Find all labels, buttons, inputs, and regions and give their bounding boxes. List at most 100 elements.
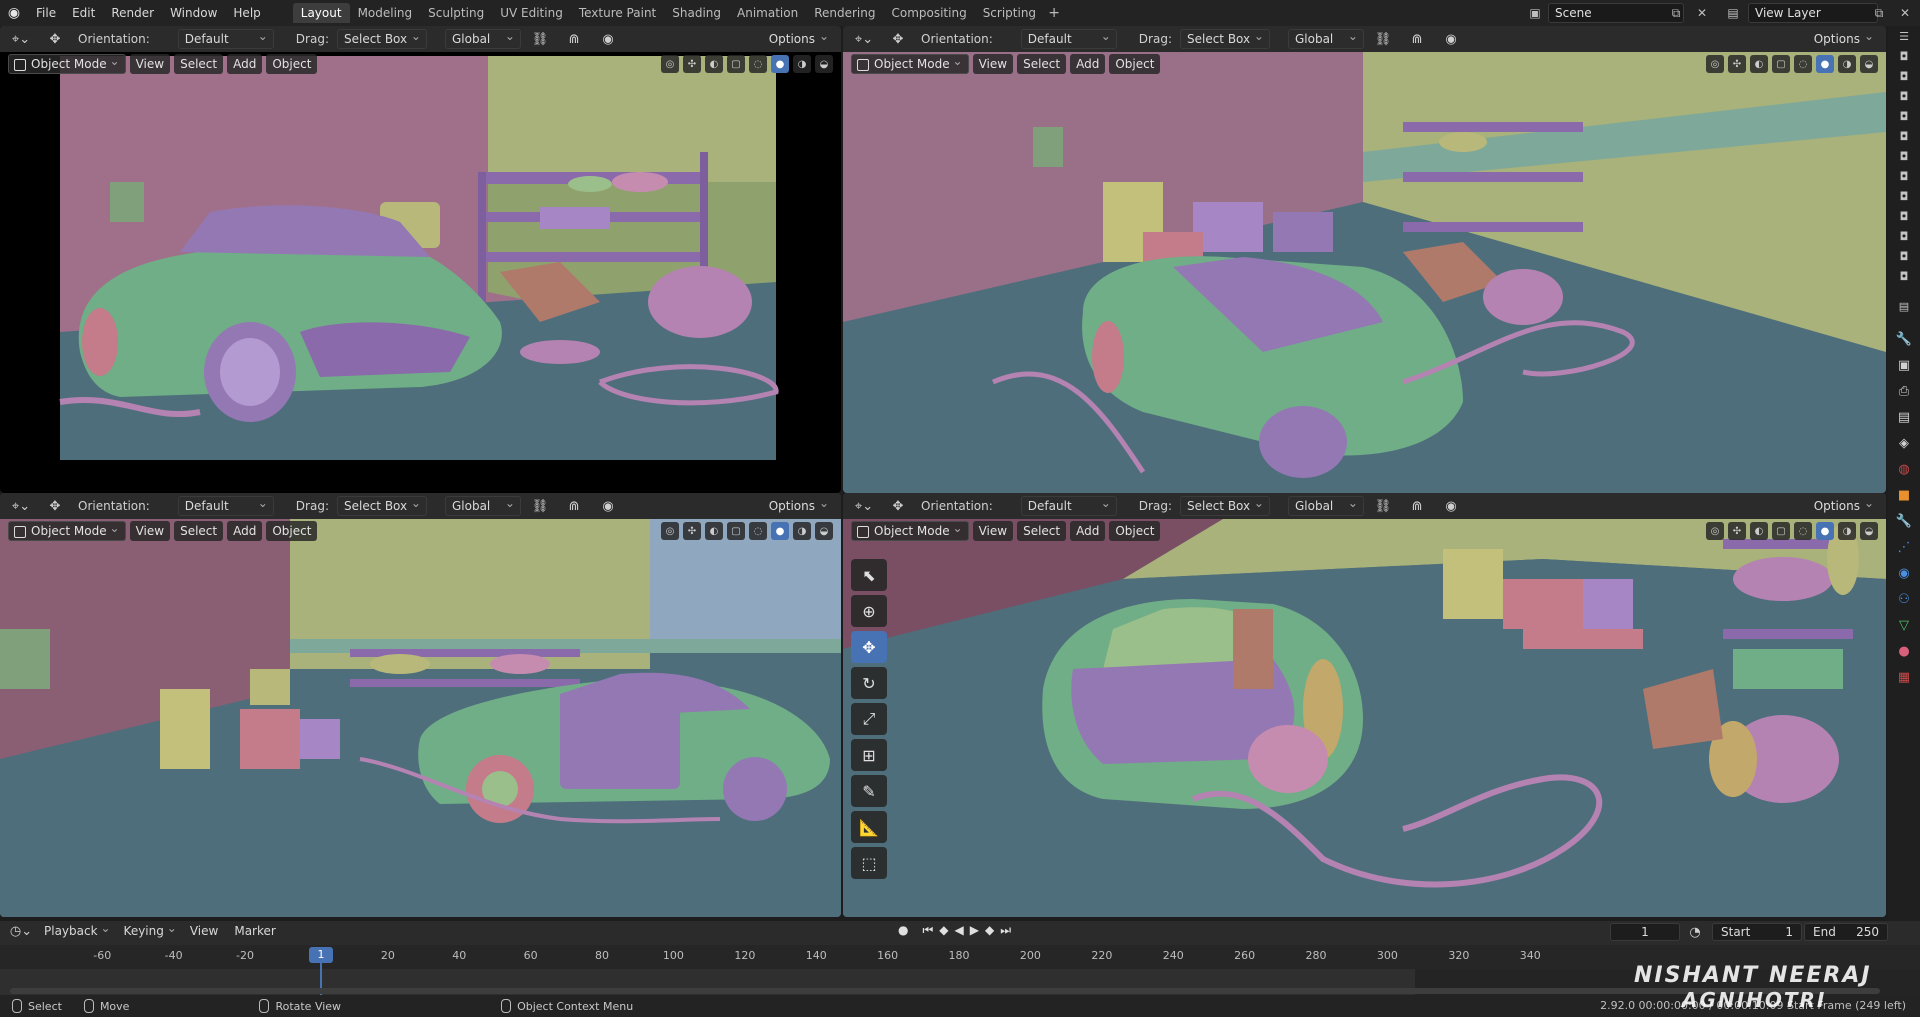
wireframe-shading-icon[interactable]: ◌ — [749, 522, 767, 540]
menu-help[interactable]: Help — [225, 3, 268, 23]
object-menu[interactable]: Object — [1109, 521, 1161, 541]
transform-pivot-icon[interactable]: ✥ — [40, 496, 70, 516]
magnet-icon[interactable]: ⋒ — [559, 496, 589, 516]
proportional-edit-icon[interactable]: ◉ — [593, 496, 623, 516]
menu-file[interactable]: File — [28, 3, 64, 23]
view-menu[interactable]: View — [972, 521, 1014, 541]
material-properties-icon[interactable]: ● — [1888, 638, 1920, 664]
play-icon[interactable]: ▶ — [970, 923, 979, 938]
editor-type-icon[interactable]: ⌖⌄ — [6, 29, 36, 49]
transform-space-dropdown[interactable]: Global — [1287, 494, 1364, 516]
magnet-icon[interactable]: ⋒ — [1402, 496, 1432, 516]
editor-type-icon[interactable]: ⌖⌄ — [849, 29, 879, 49]
solid-shading-icon[interactable]: ● — [771, 55, 789, 73]
add-menu[interactable]: Add — [227, 521, 263, 541]
camera-visibility-icon[interactable]: ◘ — [1888, 106, 1920, 126]
particles-properties-icon[interactable]: ⋰ — [1888, 534, 1920, 560]
viewport-camera[interactable]: ⌖⌄ ✥ Orientation: Default Drag: Select B… — [0, 26, 841, 493]
drag-dropdown[interactable]: Select Box — [1179, 494, 1270, 516]
material-shading-icon[interactable]: ◑ — [1838, 55, 1856, 73]
move-tool-icon[interactable]: ✥ — [851, 631, 887, 663]
outliner-icon[interactable]: ☰ — [1888, 26, 1920, 46]
menu-render[interactable]: Render — [103, 3, 162, 23]
transform-pivot-icon[interactable]: ✥ — [883, 496, 913, 516]
timeline-view-menu[interactable]: View — [184, 924, 224, 938]
object-mode-dropdown[interactable]: Object Mode — [851, 519, 969, 541]
jump-end-icon[interactable]: ⏭ — [1000, 923, 1011, 938]
tab-layout[interactable]: Layout — [292, 3, 350, 23]
overlay-icon[interactable]: ◐ — [1750, 55, 1768, 73]
playback-dropdown[interactable]: Playback — [38, 921, 114, 938]
drag-dropdown[interactable]: Select Box — [336, 27, 427, 49]
output-properties-icon[interactable]: ⎙ — [1888, 378, 1920, 404]
measure-tool-icon[interactable]: 📐 — [851, 811, 887, 843]
tab-compositing[interactable]: Compositing — [883, 3, 974, 23]
modifier-properties-icon[interactable]: 🔧 — [1888, 508, 1920, 534]
scene-selector-icon[interactable]: ▣ — [1524, 3, 1546, 23]
marker-menu[interactable]: Marker — [228, 924, 281, 938]
editor-type-icon[interactable]: ⌖⌄ — [849, 496, 879, 516]
options-dropdown[interactable]: Options — [1805, 26, 1880, 49]
snap-icon[interactable]: ⛓ — [525, 29, 555, 49]
drag-dropdown[interactable]: Select Box — [336, 494, 427, 516]
object-menu[interactable]: Object — [266, 54, 318, 74]
overlay-icon[interactable]: ◐ — [1750, 522, 1768, 540]
camera-visibility-icon[interactable]: ◘ — [1888, 86, 1920, 106]
xray-icon[interactable]: ▢ — [727, 522, 745, 540]
end-frame-field[interactable]: End 250 — [1804, 923, 1888, 941]
play-reverse-icon[interactable]: ◀ — [955, 923, 964, 938]
visibility-icon[interactable]: ◎ — [661, 55, 679, 73]
select-menu[interactable]: Select — [174, 521, 224, 541]
camera-visibility-icon[interactable]: ◘ — [1888, 246, 1920, 266]
options-dropdown[interactable]: Options — [1805, 493, 1880, 516]
orientation-dropdown[interactable]: Default — [177, 27, 274, 49]
add-workspace-button[interactable]: + — [1044, 5, 1064, 21]
annotate-tool-icon[interactable]: ✎ — [851, 775, 887, 807]
scene-properties-icon[interactable]: ◈ — [1888, 430, 1920, 456]
rendered-shading-icon[interactable]: ◒ — [815, 522, 833, 540]
solid-shading-icon[interactable]: ● — [771, 522, 789, 540]
object-properties-icon[interactable]: ■ — [1888, 482, 1920, 508]
snap-icon[interactable]: ⛓ — [1368, 29, 1398, 49]
tab-modeling[interactable]: Modeling — [350, 3, 421, 23]
prev-keyframe-icon[interactable]: ◆ — [939, 923, 948, 938]
view-menu[interactable]: View — [129, 521, 171, 541]
camera-visibility-icon[interactable]: ◘ — [1888, 166, 1920, 186]
options-dropdown[interactable]: Options — [760, 26, 835, 49]
gizmo-icon[interactable]: ✣ — [683, 522, 701, 540]
record-icon[interactable]: ● — [898, 923, 908, 938]
overlay-icon[interactable]: ◐ — [705, 55, 723, 73]
world-properties-icon[interactable]: ◍ — [1888, 456, 1920, 482]
scale-tool-icon[interactable]: ⤢ — [851, 703, 887, 735]
viewport-side[interactable]: ⌖⌄ ✥ Orientation: Default Drag: Select B… — [0, 493, 841, 917]
xray-icon[interactable]: ▢ — [727, 55, 745, 73]
options-dropdown[interactable]: Options — [760, 493, 835, 516]
select-menu[interactable]: Select — [1017, 54, 1067, 74]
viewport-perspective[interactable]: ⌖⌄ ✥ Orientation: Default Drag: Select B… — [843, 26, 1886, 493]
select-menu[interactable]: Select — [174, 54, 224, 74]
view-menu[interactable]: View — [129, 54, 171, 74]
transform-pivot-icon[interactable]: ✥ — [883, 29, 913, 49]
snap-icon[interactable]: ⛓ — [525, 496, 555, 516]
menu-window[interactable]: Window — [162, 3, 225, 23]
camera-visibility-icon[interactable]: ◘ — [1888, 226, 1920, 246]
gizmo-icon[interactable]: ✣ — [683, 55, 701, 73]
drag-dropdown[interactable]: Select Box — [1179, 27, 1270, 49]
tab-uv-editing[interactable]: UV Editing — [492, 3, 571, 23]
material-shading-icon[interactable]: ◑ — [793, 522, 811, 540]
solid-shading-icon[interactable]: ● — [1816, 55, 1834, 73]
proportional-edit-icon[interactable]: ◉ — [1436, 496, 1466, 516]
new-view-layer-icon[interactable]: ⧉ — [1868, 3, 1890, 23]
menu-edit[interactable]: Edit — [64, 3, 103, 23]
material-shading-icon[interactable]: ◑ — [1838, 522, 1856, 540]
view-menu[interactable]: View — [972, 54, 1014, 74]
current-frame-field[interactable]: 1 — [1610, 923, 1680, 941]
view-layer-icon[interactable]: ▤ — [1722, 3, 1744, 23]
visibility-icon[interactable]: ◎ — [1706, 55, 1724, 73]
wireframe-shading-icon[interactable]: ◌ — [749, 55, 767, 73]
tab-animation[interactable]: Animation — [729, 3, 806, 23]
visibility-icon[interactable]: ◎ — [1706, 522, 1724, 540]
wireframe-shading-icon[interactable]: ◌ — [1794, 55, 1812, 73]
proportional-edit-icon[interactable]: ◉ — [593, 29, 623, 49]
select-tool-icon[interactable]: ⬉ — [851, 559, 887, 591]
